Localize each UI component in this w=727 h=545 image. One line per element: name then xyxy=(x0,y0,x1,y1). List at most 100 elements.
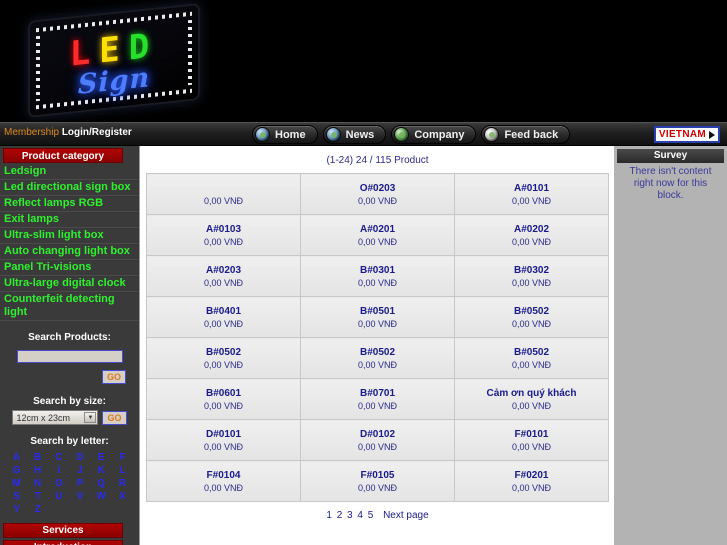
table-row: B#0401 0,00 VNĐ B#0501 0,00 VNĐ B#0502 0… xyxy=(146,296,609,338)
page-link-4[interactable]: 4 xyxy=(357,510,363,521)
product-title: B#0502 xyxy=(359,346,396,358)
table-row: B#0502 0,00 VNĐ B#0502 0,00 VNĐ B#0502 0… xyxy=(146,337,609,379)
survey-header: Survey xyxy=(617,149,724,163)
nav-item-company[interactable]: Company xyxy=(391,125,477,144)
product-title: F#0105 xyxy=(360,469,395,481)
product-cell[interactable]: B#0502 0,00 VNĐ xyxy=(300,337,455,379)
letter-k[interactable]: K xyxy=(91,465,112,477)
sidebar-item-reflect-lamps-rgb[interactable]: Reflect lamps RGB xyxy=(0,196,139,212)
sidebar-item-panel-tri-visions[interactable]: Panel Tri-visions xyxy=(0,260,139,276)
search-go-row: GO xyxy=(0,367,139,385)
product-cell[interactable]: B#0502 0,00 VNĐ xyxy=(454,296,609,338)
letter-z[interactable]: Z xyxy=(27,504,48,516)
product-cell[interactable]: D#0101 0,00 VNĐ xyxy=(146,419,301,461)
letter-w[interactable]: W xyxy=(91,491,112,503)
product-cell[interactable]: B#0401 0,00 VNĐ xyxy=(146,296,301,338)
membership-label: Membership xyxy=(4,127,60,138)
letter-v[interactable]: V xyxy=(69,491,90,503)
letter-o[interactable]: O xyxy=(48,478,69,490)
page-link-2[interactable]: 2 xyxy=(337,510,343,521)
product-cell[interactable]: A#0202 0,00 VNĐ xyxy=(454,214,609,256)
product-title: B#0502 xyxy=(513,305,550,317)
size-select[interactable]: 12cm x 23cm ▼ xyxy=(12,410,99,425)
product-cell[interactable]: D#0102 0,00 VNĐ xyxy=(300,419,455,461)
product-price: 0,00 VNĐ xyxy=(203,441,244,452)
page-link-3[interactable]: 3 xyxy=(347,510,353,521)
product-cell[interactable]: 0,00 VNĐ xyxy=(146,173,301,215)
product-cell[interactable]: A#0201 0,00 VNĐ xyxy=(300,214,455,256)
letter-g[interactable]: G xyxy=(6,465,27,477)
product-price: 0,00 VNĐ xyxy=(203,482,244,493)
sidebar-item-ledsign[interactable]: Ledsign xyxy=(0,164,139,180)
news-globe-icon xyxy=(325,127,341,142)
product-cell[interactable]: B#0301 0,00 VNĐ xyxy=(300,255,455,297)
product-price: 0,00 VNĐ xyxy=(511,236,552,247)
letter-m[interactable]: M xyxy=(6,478,27,490)
letter-c[interactable]: C xyxy=(48,452,69,464)
login-register-link[interactable]: Login/Register xyxy=(62,127,132,138)
search-by-letter-block: Search by letter: xyxy=(0,436,139,447)
table-row: 0,00 VNĐ O#0203 0,00 VNĐ A#0101 0,00 VNĐ xyxy=(146,173,609,215)
product-cell[interactable]: B#0601 0,00 VNĐ xyxy=(146,378,301,420)
product-cell[interactable]: B#0502 0,00 VNĐ xyxy=(146,337,301,379)
sidebar-item-led-directional-sign-box[interactable]: Led directional sign box xyxy=(0,180,139,196)
letter-j[interactable]: J xyxy=(69,465,90,477)
table-row: B#0601 0,00 VNĐ B#0701 0,00 VNĐ Cảm ơn q… xyxy=(146,378,609,420)
letter-l[interactable]: L xyxy=(112,465,133,477)
sidebar-item-introduction[interactable]: Introduction xyxy=(3,540,123,545)
sidebar-item-ultra-slim-light-box[interactable]: Ultra-slim light box xyxy=(0,228,139,244)
search-go-button[interactable]: GO xyxy=(101,370,126,384)
product-cell[interactable]: B#0701 0,00 VNĐ xyxy=(300,378,455,420)
product-cell[interactable]: F#0101 0,00 VNĐ xyxy=(454,419,609,461)
nav-item-feedback[interactable]: Feed back xyxy=(481,125,571,144)
product-cell[interactable]: O#0203 0,00 VNĐ xyxy=(300,173,455,215)
product-cell[interactable]: F#0201 0,00 VNĐ xyxy=(454,460,609,502)
product-cell[interactable]: A#0103 0,00 VNĐ xyxy=(146,214,301,256)
led-sign-image: LED Sign xyxy=(28,2,200,119)
sidebar-item-exit-lamps[interactable]: Exit lamps xyxy=(0,212,139,228)
letter-s[interactable]: S xyxy=(6,491,27,503)
product-cell[interactable]: F#0105 0,00 VNĐ xyxy=(300,460,455,502)
product-cell[interactable]: Cảm ơn quý khách 0,00 VNĐ xyxy=(454,378,609,420)
letter-q[interactable]: Q xyxy=(91,478,112,490)
size-go-button[interactable]: GO xyxy=(102,410,127,425)
product-title: B#0502 xyxy=(205,346,242,358)
product-price: 0,00 VNĐ xyxy=(203,400,244,411)
product-cell[interactable]: B#0501 0,00 VNĐ xyxy=(300,296,455,338)
sidebar-item-ultra-large-digital-clock[interactable]: Ultra-large digital clock xyxy=(0,276,139,292)
sidebar-item-services[interactable]: Services xyxy=(3,523,123,538)
page-link-5[interactable]: 5 xyxy=(368,510,374,521)
letter-r[interactable]: R xyxy=(112,478,133,490)
product-cell[interactable]: B#0502 0,00 VNĐ xyxy=(454,337,609,379)
letter-n[interactable]: N xyxy=(27,478,48,490)
language-selector-vietnam[interactable]: VIETNAM xyxy=(653,126,720,143)
letter-e[interactable]: E xyxy=(91,452,112,464)
product-cell[interactable]: A#0101 0,00 VNĐ xyxy=(454,173,609,215)
letter-f[interactable]: F xyxy=(112,452,133,464)
letter-d[interactable]: D xyxy=(69,452,90,464)
letter-y[interactable]: Y xyxy=(6,504,27,516)
product-cell[interactable]: B#0302 0,00 VNĐ xyxy=(454,255,609,297)
nav-item-news[interactable]: News xyxy=(322,125,387,144)
product-price: 0,00 VNĐ xyxy=(357,318,398,329)
letter-p[interactable]: P xyxy=(69,478,90,490)
page-link-1[interactable]: 1 xyxy=(326,510,332,521)
product-title: A#0103 xyxy=(205,223,242,235)
letter-i[interactable]: I xyxy=(48,465,69,477)
product-category-header: Product category xyxy=(3,148,123,163)
letter-h[interactable]: H xyxy=(27,465,48,477)
letter-b[interactable]: B xyxy=(27,452,48,464)
letter-u[interactable]: U xyxy=(48,491,69,503)
letter-x[interactable]: X xyxy=(112,491,133,503)
letter-a[interactable]: A xyxy=(6,452,27,464)
sidebar-item-auto-changing-light-box[interactable]: Auto changing light box xyxy=(0,244,139,260)
nav-label-news: News xyxy=(345,128,375,141)
product-cell[interactable]: A#0203 0,00 VNĐ xyxy=(146,255,301,297)
nav-item-home[interactable]: Home xyxy=(252,125,318,144)
product-cell[interactable]: F#0104 0,00 VNĐ xyxy=(146,460,301,502)
letter-t[interactable]: T xyxy=(27,491,48,503)
sidebar-item-counterfeit-detecting-light[interactable]: Counterfeit detecting light xyxy=(0,292,139,321)
next-page-link[interactable]: Next page xyxy=(383,510,429,521)
search-input[interactable] xyxy=(16,349,123,363)
left-sidebar: Product category Ledsign Led directional… xyxy=(0,146,140,545)
